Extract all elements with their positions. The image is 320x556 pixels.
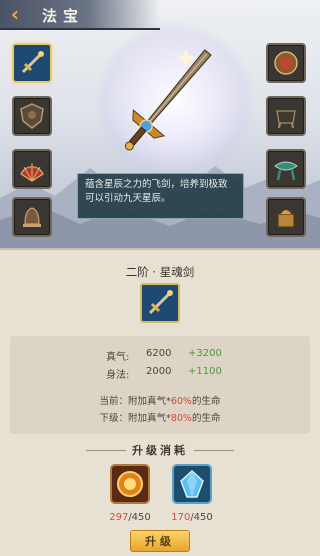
mirror-icon [274,51,298,75]
seal-icon [277,208,295,228]
slot-bronze-seal[interactable] [266,197,306,237]
stats-box: 真气: 6200 +3200 身法: 2000 +1100 当前：附加真气*60… [10,336,310,434]
slot-jade-ribbon[interactable] [266,149,306,189]
stat-bonus: +3200 [188,348,222,359]
item-name: 二阶 · 星魂剑 [125,265,195,279]
current-effect-suffix: 的生命 [191,396,221,407]
sword-artwork [124,48,212,151]
fire-orb-icon [117,471,143,497]
page-title: 法宝 [42,7,85,25]
sword-icon [148,290,173,315]
stat-label: 身法: [106,370,130,381]
need-count: /450 [128,512,151,523]
slot-bronze-mirror[interactable] [266,43,306,83]
item-icon-frame [140,283,180,323]
next-effect-suffix: 的生命 [191,413,221,424]
current-effect-prefix: 当前：附加真气* [99,396,171,407]
have-count: 170 [171,512,191,523]
ribbon-icon [274,161,298,181]
material-blue-crystal[interactable] [172,464,212,504]
next-effect-pct: 80% [170,413,192,424]
material-fire-orb-count: 297/450 [100,512,160,523]
slot-bronze-shield[interactable] [12,96,52,136]
cost-title: 升级消耗 [132,444,188,457]
back-arrow-icon[interactable]: ‹ [4,3,26,25]
shield-icon [20,103,44,129]
slot-bronze-bell[interactable] [12,197,52,237]
upgrade-button[interactable]: 升级 [130,530,190,552]
current-effect-pct: 60% [170,396,192,407]
blue-crystal-icon [180,469,204,498]
cauldron-icon [276,110,296,129]
slot-red-fan[interactable] [12,149,52,189]
material-fire-orb[interactable] [110,464,150,504]
current-effect: 当前：附加真气*60%的生命 [10,393,310,407]
header-bar: ‹ 法宝 [0,0,160,30]
treasure-display-scene: ‹ 法宝 蕴含星辰之力的飞剑，培养到极致可以引动九天星辰。 [0,0,320,248]
slot-bronze-cauldron[interactable] [266,96,306,136]
material-blue-crystal-count: 170/450 [162,512,222,523]
sword-icon [21,51,44,74]
next-effect-prefix: 下级：附加真气* [99,413,171,424]
stat-value: 2000 [146,366,172,377]
have-count: 297 [109,512,129,523]
stat-label: 真气: [106,352,130,363]
stat-bonus: +1100 [188,366,222,377]
fan-icon [20,163,44,182]
next-effect: 下级：附加真气*80%的生命 [10,410,310,424]
slot-star-soul-sword[interactable] [12,43,52,83]
upgrade-panel: 二阶 · 星魂剑 真气: 6200 +3200 身法: 2000 +1100 当… [0,248,320,556]
bell-icon [23,207,41,227]
cost-section-header: 升级消耗 [80,442,240,458]
stat-value: 6200 [146,348,172,359]
need-count: /450 [190,512,213,523]
treasure-description: 蕴含星辰之力的飞剑，培养到极致可以引动九天星辰。 [77,173,244,219]
